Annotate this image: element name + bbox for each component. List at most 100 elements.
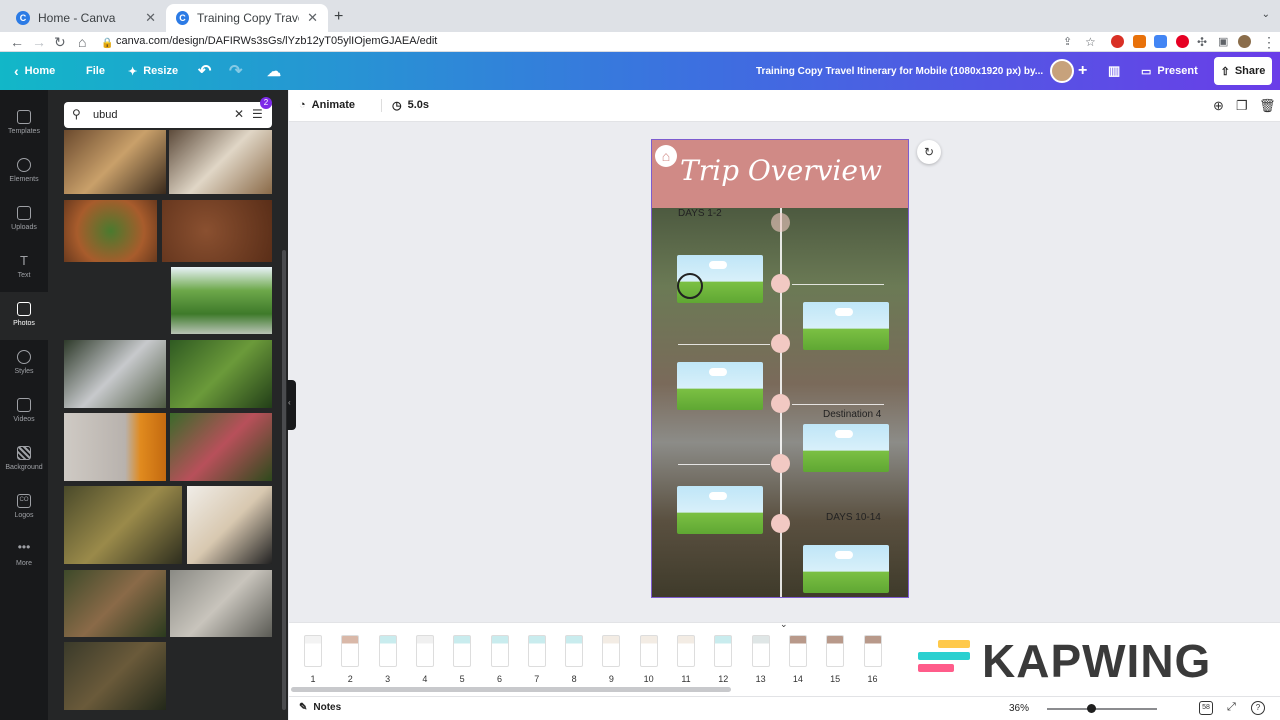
animate-button[interactable]: ◔ Animate xyxy=(299,99,355,111)
file-menu-button[interactable]: File xyxy=(86,52,105,90)
back-arrow-icon[interactable]: ← xyxy=(10,34,24,50)
present-button[interactable]: ▭ Present xyxy=(1141,52,1198,90)
days-10-14-label[interactable]: DAYS 10-14 xyxy=(826,512,881,523)
strip-scrollbar[interactable] xyxy=(291,687,731,692)
home-icon[interactable]: ⌂ xyxy=(78,34,86,50)
photo-thumbnail[interactable] xyxy=(187,486,272,564)
photo-thumbnail[interactable] xyxy=(64,642,166,710)
tab-travel-itinerary[interactable]: C Training Copy Travel Itinerary f ✕ xyxy=(166,4,328,32)
browser-menu-icon[interactable]: ⋮ xyxy=(1262,34,1276,50)
photo-thumbnail[interactable] xyxy=(64,340,166,408)
extension-icon[interactable] xyxy=(1154,35,1167,48)
resize-button[interactable]: ✦ Resize xyxy=(128,52,178,90)
panel-scrollbar[interactable] xyxy=(282,250,286,710)
timeline-dot[interactable] xyxy=(771,334,790,353)
add-page-icon[interactable]: ⊕ xyxy=(1213,98,1224,114)
page-thumbnail[interactable] xyxy=(304,635,322,667)
photo-thumbnail[interactable] xyxy=(64,200,157,262)
image-placeholder[interactable] xyxy=(677,362,763,410)
insights-button[interactable]: ▥ xyxy=(1108,52,1120,90)
bookmark-star-icon[interactable]: ☆ xyxy=(1085,34,1096,50)
new-tab-icon[interactable]: + xyxy=(334,8,343,26)
rail-item-more[interactable]: ••• More xyxy=(0,532,48,580)
rail-item-videos[interactable]: Videos xyxy=(0,388,48,436)
tab-search-chevron-icon[interactable]: ⌄ xyxy=(1262,9,1270,20)
photo-thumbnail[interactable] xyxy=(170,570,272,637)
undo-button[interactable]: ↶ xyxy=(198,52,211,90)
zoom-slider[interactable] xyxy=(1047,708,1157,710)
photo-thumbnail[interactable] xyxy=(170,340,272,408)
puzzle-extensions-icon[interactable]: ✣ xyxy=(1197,34,1207,50)
clear-search-icon[interactable]: ✕ xyxy=(234,107,244,121)
sidebar-toggle-icon[interactable]: ▣ xyxy=(1218,34,1228,50)
page-thumbnail[interactable] xyxy=(863,635,882,667)
page-thumbnail[interactable] xyxy=(453,635,472,667)
page-thumbnail[interactable] xyxy=(639,635,658,667)
page-thumbnail[interactable] xyxy=(602,635,621,667)
page-thumbnail[interactable] xyxy=(714,635,733,667)
timeline-dot[interactable] xyxy=(771,274,790,293)
photo-thumbnail[interactable] xyxy=(171,267,272,334)
design-page[interactable]: ⌂ Trip Overview DAYS 1-2 Destination 4 D… xyxy=(651,139,909,598)
notes-button[interactable]: ✎ Notes xyxy=(299,702,341,713)
redo-button[interactable]: ↷ xyxy=(229,52,242,90)
page-thumbnail[interactable] xyxy=(677,635,695,667)
page-thumbnail[interactable] xyxy=(788,635,807,667)
photo-thumbnail[interactable] xyxy=(64,413,166,481)
extension-icon[interactable] xyxy=(1111,35,1124,48)
rail-item-styles[interactable]: Styles xyxy=(0,340,48,388)
page-thumbnail[interactable] xyxy=(527,635,546,667)
photo-thumbnail[interactable] xyxy=(169,130,272,194)
tab-home-canva[interactable]: C Home - Canva ✕ xyxy=(6,4,166,32)
rail-item-logos[interactable]: CO Logos xyxy=(0,484,48,532)
add-collaborator-button[interactable]: + xyxy=(1078,52,1087,90)
rail-item-uploads[interactable]: Uploads xyxy=(0,196,48,244)
rail-item-templates[interactable]: Templates xyxy=(0,100,48,148)
close-tab-icon[interactable]: ✕ xyxy=(307,10,318,26)
url-text[interactable]: canva.com/design/DAFIRWs3sGs/lYzb12yT05y… xyxy=(116,35,437,47)
collapse-panel-handle[interactable]: ‹ xyxy=(287,380,296,430)
close-tab-icon[interactable]: ✕ xyxy=(145,10,156,26)
image-placeholder[interactable] xyxy=(803,302,889,350)
reload-icon[interactable]: ↻ xyxy=(54,34,66,50)
page-thumbnail[interactable] xyxy=(565,635,584,667)
image-placeholder[interactable] xyxy=(803,545,889,593)
help-icon[interactable]: ? xyxy=(1251,701,1265,715)
design-title[interactable]: Trip Overview xyxy=(652,154,908,187)
page-thumbnail[interactable] xyxy=(490,635,509,667)
image-placeholder[interactable] xyxy=(803,424,889,472)
page-thumbnail[interactable] xyxy=(341,635,360,667)
filter-icon[interactable]: ☰ xyxy=(252,107,263,121)
page-thumbnail[interactable] xyxy=(826,635,845,667)
rail-item-background[interactable]: Background xyxy=(0,436,48,484)
delete-page-icon[interactable]: 🗑 xyxy=(1259,98,1276,114)
fullscreen-icon[interactable]: ⤢ xyxy=(1227,701,1236,714)
photo-thumbnail[interactable] xyxy=(64,130,166,194)
timeline-dot[interactable] xyxy=(771,514,790,533)
share-page-icon[interactable]: ⇪ xyxy=(1063,34,1072,50)
duration-button[interactable]: ◷ 5.0s xyxy=(381,99,429,112)
rail-item-photos[interactable]: Photos xyxy=(0,292,48,340)
share-button[interactable]: ⇧ Share xyxy=(1214,57,1272,85)
page-thumbnail[interactable] xyxy=(378,635,397,667)
profile-avatar[interactable] xyxy=(1238,35,1251,48)
page-thumbnail[interactable] xyxy=(751,635,770,667)
photo-thumbnail[interactable] xyxy=(64,486,182,564)
rail-item-text[interactable]: T Text xyxy=(0,244,48,292)
photo-search-box[interactable]: ⚲ ubud ✕ ☰ 2 xyxy=(64,97,272,128)
photo-thumbnail[interactable] xyxy=(170,413,272,481)
rail-item-elements[interactable]: Elements xyxy=(0,148,48,196)
page-thumbnail[interactable] xyxy=(415,635,434,667)
photo-thumbnail[interactable] xyxy=(162,200,272,262)
zoom-slider-handle[interactable] xyxy=(1087,704,1096,713)
destination-4-label[interactable]: Destination 4 xyxy=(823,409,881,420)
extension-icon[interactable] xyxy=(1133,35,1146,48)
photo-thumbnail[interactable] xyxy=(64,570,166,637)
timeline-dot[interactable] xyxy=(771,394,790,413)
refresh-icon[interactable]: ↻ xyxy=(917,140,941,164)
zoom-percentage[interactable]: 36% xyxy=(1009,703,1029,714)
chevron-down-icon[interactable]: ⌄ xyxy=(780,619,788,630)
forward-arrow-icon[interactable]: → xyxy=(32,34,46,50)
collaborator-avatar[interactable] xyxy=(1050,59,1074,83)
home-button[interactable]: ‹ Home xyxy=(14,52,55,90)
